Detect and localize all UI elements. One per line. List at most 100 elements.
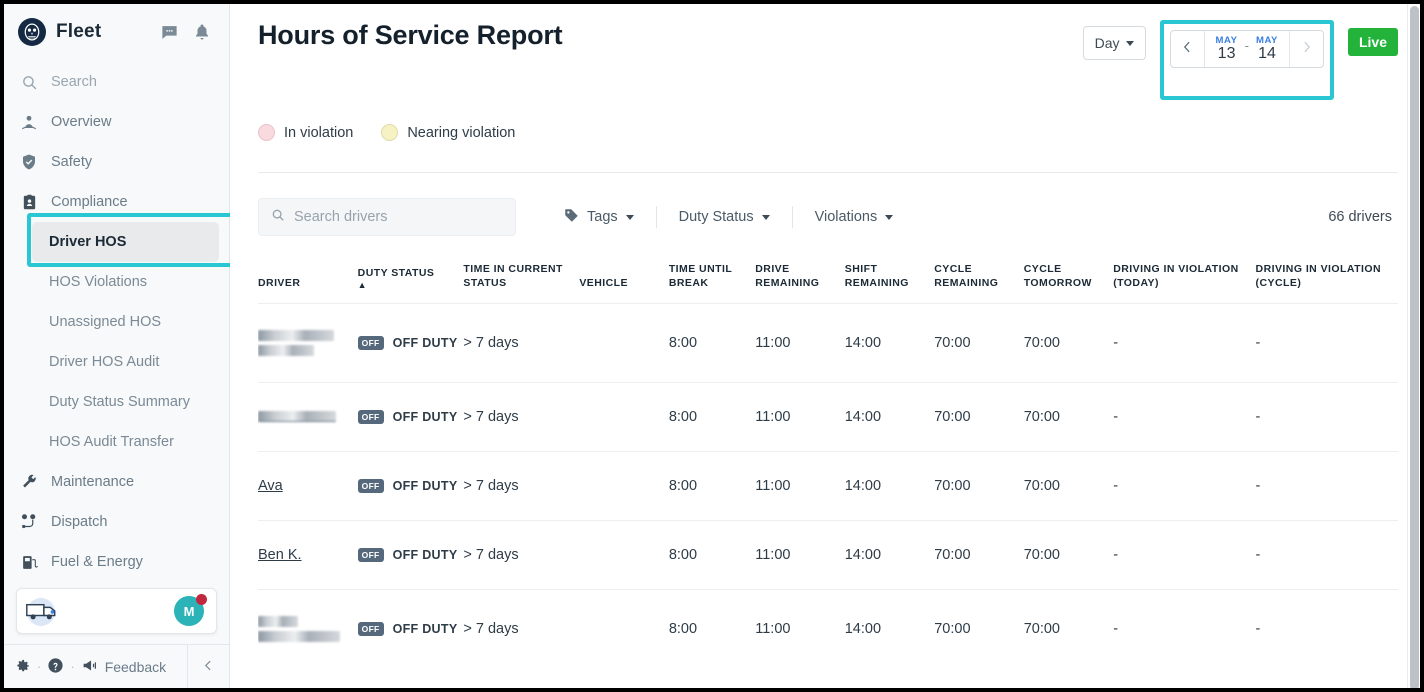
cycle-remaining-cell: 70:00 <box>934 477 971 494</box>
duty-badge: OFF <box>357 478 384 494</box>
chat-icon[interactable] <box>160 23 179 42</box>
avatar[interactable]: M <box>174 594 207 626</box>
vehicle-selector-card[interactable]: M <box>16 588 217 634</box>
drive-remaining-cell: 11:00 <box>755 546 791 563</box>
sidebar-item-driver-hos[interactable]: Driver HOS <box>32 222 219 262</box>
sidebar-item-hos-violations[interactable]: HOS Violations <box>4 262 229 302</box>
time-until-break-cell: 8:00 <box>668 620 698 637</box>
gear-icon[interactable] <box>14 657 31 677</box>
end-day: 14 <box>1258 44 1276 62</box>
previous-date-button[interactable] <box>1171 31 1205 67</box>
vertical-scrollbar[interactable] <box>1407 4 1420 688</box>
driver-cell[interactable] <box>258 382 358 451</box>
sidebar-item-driver-hos-audit[interactable]: Driver HOS Audit <box>4 342 229 382</box>
live-button[interactable]: Live <box>1347 28 1398 56</box>
filter-duty-status-button[interactable]: Duty Status <box>657 206 793 228</box>
col-driving-in-violation-today[interactable]: DRIVING IN VIOLATION (TODAY) <box>1113 262 1255 303</box>
day-selector-button[interactable]: Day <box>1082 26 1146 60</box>
filter-tags-button[interactable]: Tags <box>542 206 657 228</box>
drivers-table-body: OFF OFF DUTY > 7 days 8:00 11:00 14:00 7… <box>258 303 1398 668</box>
driver-name-redacted <box>258 411 358 423</box>
drive-remaining-cell: 11:00 <box>755 620 791 637</box>
cycle-remaining-cell: 70:00 <box>934 334 971 351</box>
legend-label: Nearing violation <box>407 124 516 141</box>
driver-cell[interactable] <box>258 303 358 382</box>
col-shift-remaining[interactable]: SHIFT REMAINING <box>845 262 934 303</box>
sidebar-item-label: HOS Violations <box>49 274 148 290</box>
megaphone-icon[interactable] <box>81 657 99 677</box>
nearing-violation-color-dot <box>381 124 399 141</box>
col-duty-status-label: DUTY STATUS <box>357 266 435 279</box>
feedback-label[interactable]: Feedback <box>105 659 166 675</box>
sidebar-item-dispatch[interactable]: Dispatch <box>4 502 229 542</box>
col-drive-remaining[interactable]: DRIVE REMAINING <box>755 262 844 303</box>
col-cycle-remaining[interactable]: CYCLE REMAINING <box>934 262 1023 303</box>
sidebar-item-fuel-energy[interactable]: Fuel & Energy <box>4 542 229 582</box>
shift-remaining-cell: 14:00 <box>844 546 882 563</box>
drive-remaining-cell: 11:00 <box>755 477 791 494</box>
driver-cell[interactable]: Ben K. <box>258 520 358 589</box>
cycle-remaining-cell: 70:00 <box>934 620 971 637</box>
scrollbar-thumb[interactable] <box>1410 6 1419 688</box>
chevron-left-icon <box>1181 40 1194 59</box>
col-driving-in-violation-cycle[interactable]: DRIVING IN VIOLATION (CYCLE) <box>1256 262 1398 303</box>
date-separator: - <box>1244 38 1249 53</box>
table-row[interactable]: OFF OFF DUTY > 7 days 8:00 11:00 14:00 7… <box>258 303 1398 382</box>
col-duty-status[interactable]: DUTY STATUS ▲ <box>358 262 464 303</box>
violation-today-cell: - <box>1113 546 1119 563</box>
sidebar-item-compliance[interactable]: Compliance <box>4 182 229 222</box>
bell-icon[interactable] <box>193 23 211 41</box>
sidebar-item-maintenance[interactable]: Maintenance <box>4 462 229 502</box>
cycle-remaining-cell: 70:00 <box>934 408 971 425</box>
driver-name-link[interactable]: Ava <box>258 478 283 494</box>
col-time-until-break[interactable]: TIME UNTIL BREAK <box>669 262 755 303</box>
filter-violations-button[interactable]: Violations <box>793 206 916 228</box>
table-row[interactable]: Ben K. OFF OFF DUTY > 7 days 8:00 11:00 … <box>258 520 1398 589</box>
date-range-display[interactable]: MAY 13 - MAY 14 <box>1205 31 1289 67</box>
date-range-picker[interactable]: MAY 13 - MAY 14 <box>1169 30 1324 68</box>
time-in-status-cell: > 7 days <box>463 546 519 563</box>
sidebar-item-label: HOS Audit Transfer <box>49 434 174 450</box>
sidebar-item-search[interactable]: Search <box>4 62 229 102</box>
sort-asc-icon: ▲ <box>357 280 368 291</box>
drive-remaining-cell: 11:00 <box>755 334 791 351</box>
driver-name-link[interactable]: Ben K. <box>258 547 302 563</box>
duty-badge: OFF <box>357 335 384 351</box>
sidebar-item-safety[interactable]: Safety <box>4 142 229 182</box>
next-date-button[interactable] <box>1288 31 1323 67</box>
cycle-tomorrow-cell: 70:00 <box>1023 408 1060 425</box>
drivers-count: 66 drivers <box>1328 209 1392 225</box>
col-time-in-current-status[interactable]: TIME IN CURRENT STATUS <box>463 262 579 303</box>
search-drivers-input[interactable]: Search drivers <box>258 198 516 236</box>
collapse-sidebar-button[interactable] <box>187 645 229 688</box>
caret-down-icon <box>1125 40 1134 46</box>
truck-icon <box>25 596 67 626</box>
duty-status-label: OFF DUTY <box>392 547 458 562</box>
vehicle-cell <box>579 589 668 668</box>
sidebar-item-hos-audit-transfer[interactable]: HOS Audit Transfer <box>4 422 229 462</box>
brand-name: Fleet <box>56 21 102 42</box>
footer-separator: · <box>37 659 42 674</box>
col-vehicle[interactable]: VEHICLE <box>579 262 668 303</box>
driver-cell[interactable] <box>258 589 358 668</box>
table-row[interactable]: OFF OFF DUTY > 7 days 8:00 11:00 14:00 7… <box>258 382 1398 451</box>
violation-legend: In violation Nearing violation <box>258 124 1398 141</box>
table-row[interactable]: OFF OFF DUTY > 7 days 8:00 11:00 14:00 7… <box>258 589 1398 668</box>
fuel-pump-icon <box>20 554 38 571</box>
filter-label: Duty Status <box>678 209 754 225</box>
help-circle-icon[interactable] <box>47 657 64 677</box>
filter-label: Violations <box>814 209 878 225</box>
table-row[interactable]: Ava OFF OFF DUTY > 7 days 8:00 11:00 14:… <box>258 451 1398 520</box>
col-driver[interactable]: DRIVER <box>258 262 358 303</box>
sidebar-item-duty-status-summary[interactable]: Duty Status Summary <box>4 382 229 422</box>
col-cycle-tomorrow[interactable]: CYCLE TOMORROW <box>1024 262 1113 303</box>
chevron-right-icon <box>1300 40 1313 59</box>
sidebar-item-overview[interactable]: Overview <box>4 102 229 142</box>
duty-status-label: OFF DUTY <box>392 409 458 424</box>
application-window: Fleet Search Overview Safety Compliance … <box>0 0 1424 692</box>
duty-badge: OFF <box>357 409 384 425</box>
sidebar-item-label: Driver HOS <box>49 234 127 250</box>
sidebar-item-label: Duty Status Summary <box>49 394 191 410</box>
sidebar-item-unassigned-hos[interactable]: Unassigned HOS <box>4 302 229 342</box>
driver-cell[interactable]: Ava <box>258 451 358 520</box>
